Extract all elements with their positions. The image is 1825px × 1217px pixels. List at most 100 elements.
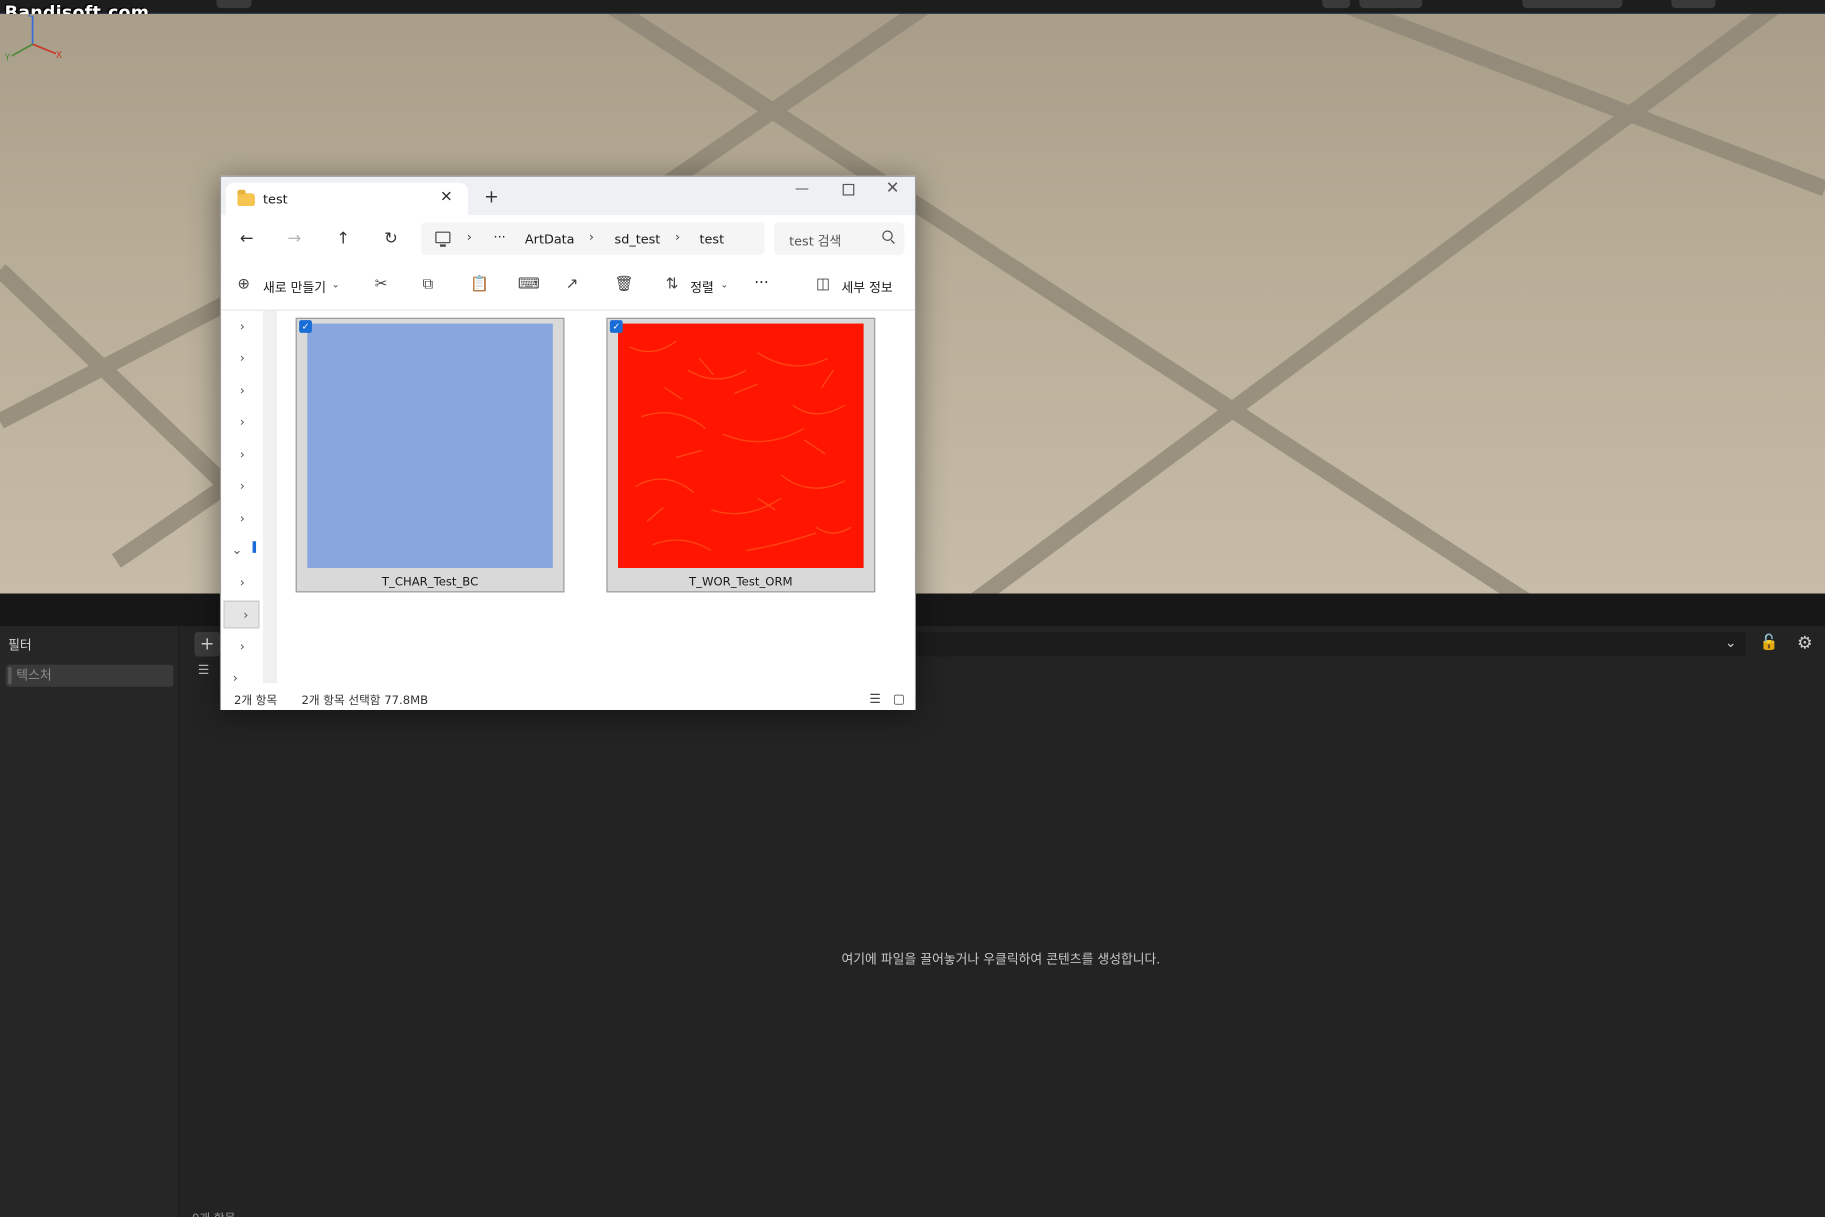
nav-tree-item[interactable]: › (221, 441, 261, 469)
breadcrumb-artdata[interactable]: ArtData (525, 232, 575, 247)
forward-button[interactable]: → (287, 229, 301, 248)
breadcrumb-separator: › (466, 229, 472, 245)
sort-button[interactable]: 정렬 (690, 278, 714, 297)
chevron-right-icon: › (239, 446, 245, 463)
nav-tree-item[interactable]: › (221, 377, 261, 405)
search-placeholder: test 검색 (789, 233, 842, 250)
item-count: 0개 항목 (192, 1208, 235, 1217)
address-bar[interactable]: › ··· ArtData › sd_test › test (421, 222, 765, 255)
nav-tree-item[interactable]: › (221, 473, 261, 501)
add-button[interactable]: + (194, 631, 220, 657)
window-titlebar[interactable]: test ✕ + — ✕ (221, 176, 915, 216)
chevron-right-icon: › (239, 478, 245, 494)
cut-icon[interactable]: ✂ (375, 276, 388, 293)
texture-thumbnail (618, 323, 864, 568)
tab-title: test (263, 192, 288, 208)
path-dropdown[interactable]: ⌄ (914, 631, 1746, 657)
pane-splitter[interactable] (263, 310, 278, 684)
new-tab-button[interactable]: + (484, 186, 499, 207)
copy-icon[interactable]: ⧉ (422, 276, 433, 293)
chevron-down-icon: ⌄ (1724, 634, 1737, 651)
more-button[interactable]: ··· (754, 275, 768, 292)
nav-tree-item[interactable]: › (221, 409, 261, 437)
toolbar-button[interactable] (216, 0, 252, 9)
refresh-button[interactable]: ↻ (384, 229, 398, 248)
nav-tree-item[interactable]: › (221, 569, 261, 597)
nav-tree-item-selected[interactable]: › (223, 600, 260, 629)
close-window-button[interactable]: ✕ (886, 179, 900, 198)
folder-icon (237, 189, 255, 207)
svg-text:Z: Z (28, 14, 34, 19)
nav-tree-item[interactable]: › (221, 633, 261, 661)
search-input[interactable]: test 검색 (773, 222, 905, 255)
details-view-icon[interactable]: ☰ (869, 691, 880, 706)
close-tab-icon[interactable]: ✕ (440, 189, 453, 206)
chevron-right-icon: › (239, 638, 245, 655)
file-name: T_CHAR_Test_BC (381, 576, 479, 589)
breadcrumb-test[interactable]: test (700, 232, 725, 247)
chevron-down-icon: ⌄ (720, 279, 729, 290)
new-icon: ⊕ (237, 275, 251, 294)
top-toolbar (0, 0, 1825, 14)
texture-noise (629, 340, 852, 552)
chevron-right-icon: › (239, 382, 245, 399)
toolbar-button[interactable] (1522, 0, 1623, 9)
search-icon (882, 230, 893, 241)
chevron-down-icon: ⌄ (331, 279, 340, 290)
chevron-right-icon: › (239, 574, 245, 591)
paste-icon[interactable]: 📋 (470, 276, 489, 293)
maximize-button[interactable] (842, 183, 855, 196)
details-pane-icon: ◫ (815, 275, 831, 294)
navigation-bar: ← → ↑ ↻ › ··· ArtData › sd_test › test t… (221, 215, 915, 265)
file-explorer-window[interactable]: test ✕ + — ✕ ← → ↑ ↻ › ··· ArtData › sd_… (219, 175, 916, 710)
file-tile[interactable]: ✓ T_WOR_Test_ORM (606, 317, 876, 593)
selection-info: 2개 항목 선택함 77.8MB (301, 694, 429, 708)
file-view: ✓ T_CHAR_Test_BC ✓ T_WOR_Test_ORM (277, 310, 915, 684)
large-icons-view-icon[interactable]: ▢ (893, 691, 905, 706)
back-button[interactable]: ← (240, 229, 254, 248)
new-button[interactable]: 새로 만들기 (263, 278, 326, 297)
nav-tree-item[interactable]: › (221, 313, 261, 341)
toolbar-button[interactable] (1322, 0, 1351, 9)
chevron-right-icon: › (239, 318, 245, 335)
share-icon[interactable]: ↗ (566, 276, 579, 293)
chevron-right-icon: › (239, 414, 245, 430)
texture-thumbnail (307, 323, 553, 568)
sort-icon: ⇅ (665, 275, 679, 294)
this-pc-icon (435, 231, 451, 247)
chevron-right-icon: › (243, 607, 249, 623)
lock-icon[interactable]: 🔓 (1760, 634, 1779, 651)
filter-icon[interactable]: ☰ (198, 662, 209, 677)
chevron-right-icon: › (232, 670, 238, 686)
breadcrumb-separator: › (675, 229, 681, 245)
chevron-down-icon: ⌄ (231, 542, 243, 558)
toolbar-button[interactable] (1671, 0, 1716, 9)
toolbar-button[interactable] (1359, 0, 1423, 9)
breadcrumb-separator: › (588, 229, 595, 245)
checkbox-checked-icon[interactable]: ✓ (609, 320, 623, 333)
nav-tree-item[interactable]: ⌄ (221, 537, 261, 565)
drive-icon (252, 541, 257, 553)
tab-test[interactable]: test ✕ (225, 182, 468, 216)
minimize-button[interactable]: — (795, 180, 809, 196)
content-browser[interactable]: + ☰ ⌄ 🔓 ⚙ 여기에 파일을 끌어놓거나 우클릭하여 콘텐츠를 생성합니다… (179, 626, 1825, 1217)
status-bar: 2개 항목 2개 항목 선택함 77.8MB ☰ ▢ (221, 684, 915, 710)
axis-gizmo-icon: Z X Y (4, 14, 63, 64)
rename-icon[interactable]: ⌨ (518, 276, 540, 293)
navigation-pane: › › › › › › › ⌄ › › › › (221, 310, 271, 686)
file-tile[interactable]: ✓ T_CHAR_Test_BC (295, 317, 565, 593)
delete-icon[interactable]: 🗑 (615, 276, 634, 293)
empty-hint: 여기에 파일을 끌어놓거나 우클릭하여 콘텐츠를 생성합니다. (841, 952, 1161, 968)
chevron-right-icon: › (239, 350, 245, 366)
breadcrumb-overflow[interactable]: ··· (493, 229, 505, 244)
svg-text:X: X (56, 50, 63, 61)
nav-tree-item[interactable]: › (221, 345, 261, 373)
file-name: T_WOR_Test_ORM (689, 576, 793, 589)
up-button[interactable]: ↑ (336, 229, 350, 248)
filter-chip-texture[interactable]: 텍스처 (5, 664, 174, 687)
gear-icon[interactable]: ⚙ (1797, 632, 1813, 653)
details-button[interactable]: 세부 정보 (841, 278, 892, 297)
nav-tree-item[interactable]: › (221, 505, 261, 533)
breadcrumb-sd-test[interactable]: sd_test (615, 232, 661, 247)
checkbox-checked-icon[interactable]: ✓ (299, 320, 312, 333)
